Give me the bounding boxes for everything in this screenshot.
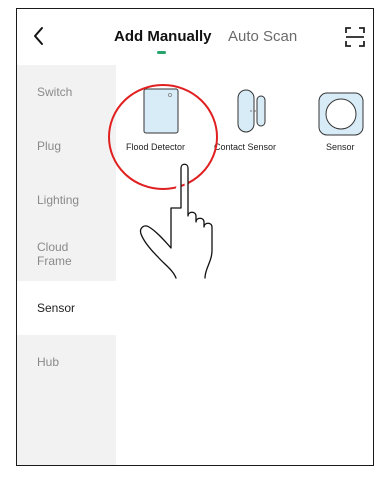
sidebar-item-switch[interactable]: Switch (17, 65, 116, 119)
device-grid: Flood Detector Contact Sensor Sensor (108, 65, 373, 465)
sidebar-item-lighting[interactable]: Lighting (17, 173, 116, 227)
sidebar-item-label: Lighting (37, 193, 80, 207)
sidebar-item-cloud-frame[interactable]: Cloud Frame (17, 227, 116, 281)
sidebar-item-sensor[interactable]: Sensor (17, 281, 116, 335)
device-sensor[interactable]: Sensor (292, 65, 373, 165)
scan-frame-icon (345, 27, 365, 47)
contact-sensor-icon (237, 89, 266, 133)
tab-auto-scan[interactable]: Auto Scan (228, 28, 297, 45)
sidebar-item-plug[interactable]: Plug (17, 119, 116, 173)
hand-pointer-icon (139, 163, 213, 279)
active-tab-indicator (157, 51, 166, 54)
sidebar-item-hub[interactable]: Hub (17, 335, 116, 389)
back-button[interactable] (27, 23, 51, 49)
sidebar-item-label: Plug (37, 139, 62, 153)
chevron-left-icon (34, 27, 43, 45)
sidebar-item-label: Sensor (37, 301, 76, 315)
header: Add Manually Auto Scan (17, 9, 373, 65)
sidebar-item-label: Switch (37, 85, 73, 99)
sensor-icon (318, 92, 364, 136)
sidebar-item-label: Hub (37, 355, 60, 369)
scan-button[interactable] (344, 26, 366, 48)
category-sidebar: Switch Plug Lighting Cloud Frame Sensor … (17, 65, 116, 465)
device-contact-sensor[interactable]: Contact Sensor (214, 65, 292, 165)
sidebar-item-label: Cloud Frame (37, 240, 72, 268)
tab-add-manually[interactable]: Add Manually (114, 28, 212, 45)
device-label: Sensor (326, 142, 355, 152)
app-frame: Add Manually Auto Scan Switch Plug Light… (16, 8, 374, 466)
device-label: Contact Sensor (214, 142, 277, 152)
